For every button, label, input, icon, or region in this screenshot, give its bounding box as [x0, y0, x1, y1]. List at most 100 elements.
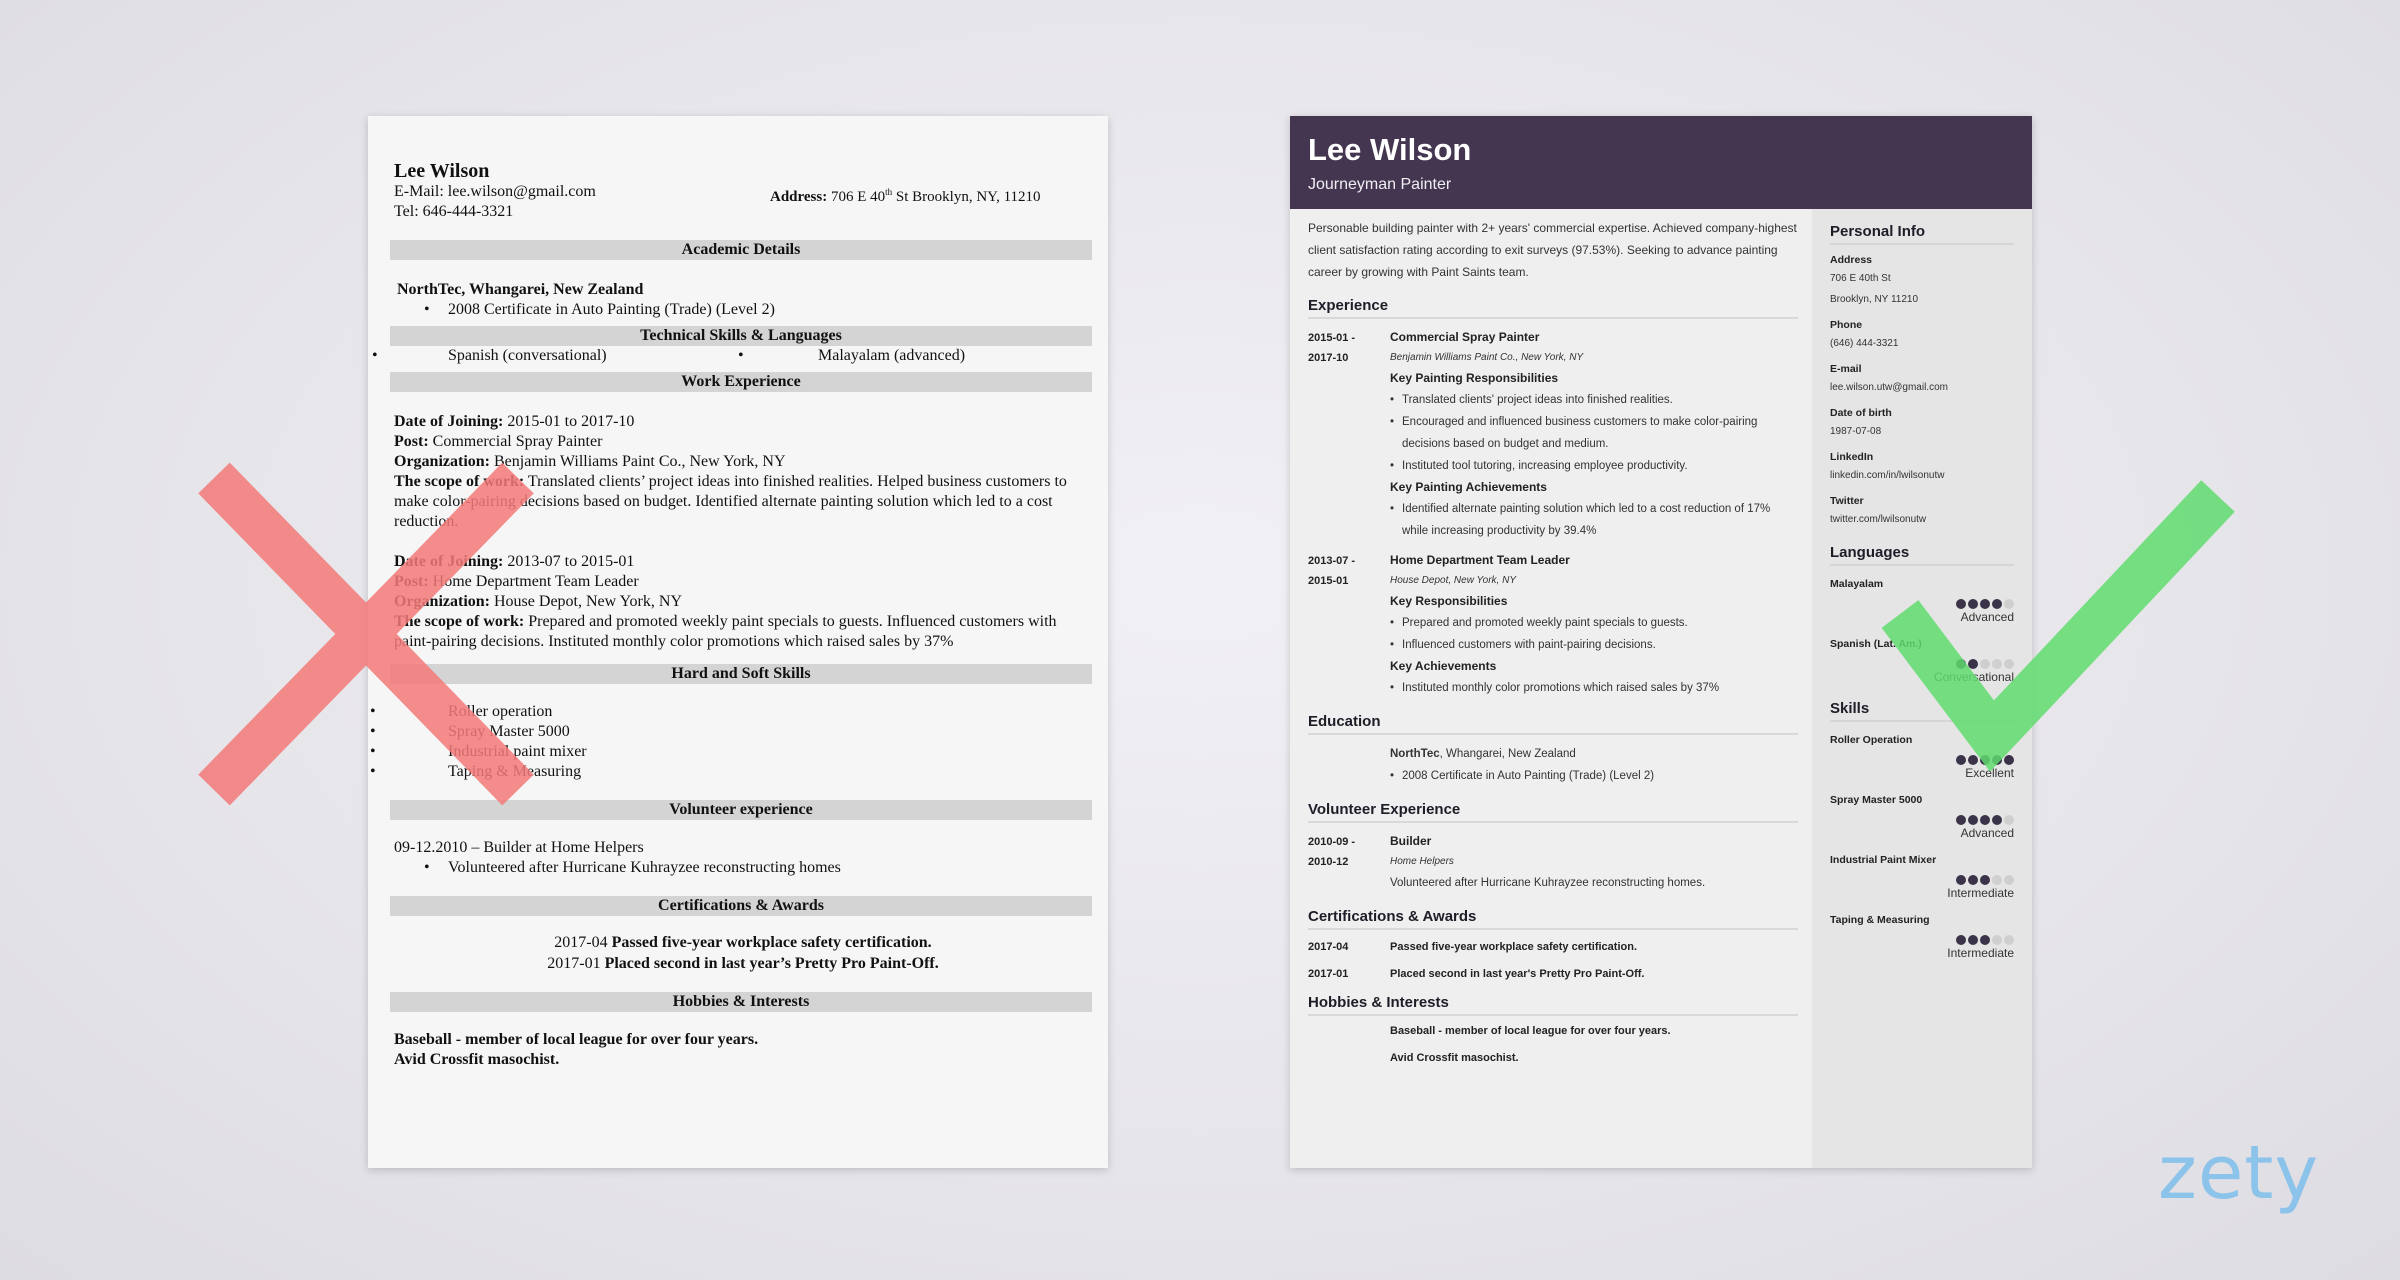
- skill-item: Taping & Measuring Intermediate: [1830, 912, 2014, 962]
- cert-date: 2017-04: [554, 934, 612, 951]
- achievements-heading: Key Achievements: [1390, 659, 1497, 673]
- bad-resume-name: Lee Wilson: [394, 160, 490, 182]
- cert-date: 2017-01: [1308, 968, 1349, 980]
- section-hobbies: Hobbies & Interests: [1308, 994, 1798, 1016]
- hobby-item: Avid Crossfit masochist.: [1390, 1052, 1519, 1064]
- section-technical: Technical Skills & Languages: [390, 326, 1092, 346]
- language-item: Spanish (conversational): [448, 347, 607, 364]
- education-school: NorthTec: [1390, 748, 1440, 760]
- skill-name: Taping & Measuring: [1830, 914, 1930, 926]
- languages-list: Malayalam Advanced Spanish (Lat. Am.) Conve…: [1830, 576, 2014, 686]
- cert-item: 2017-01 Placed second in last year's Pret…: [1308, 961, 1798, 988]
- language-item: Spanish (Lat. Am.) Conversational: [1830, 636, 2014, 686]
- section-volunteer: Volunteer experience: [390, 800, 1092, 820]
- date-start: 2010-09 -: [1308, 836, 1356, 848]
- language-rating: [1830, 656, 2014, 669]
- volunteer-line: 09-12.2010 – Builder at Home Helpers: [394, 839, 644, 856]
- resume-sidebar: Personal Info Address 706 E 40th St Brookl…: [1812, 209, 2032, 1168]
- personal-info-value: twitter.com/lwilsonutw: [1830, 514, 1927, 525]
- education-item: 2008 Certificate in Auto Painting (Trade…: [1390, 765, 1798, 787]
- date-end: 2010-12: [1308, 856, 1349, 868]
- job-company: Benjamin Williams Paint Co., New York, N…: [1390, 352, 1584, 363]
- section-volunteer: Volunteer Experience: [1308, 801, 1798, 823]
- personal-info-value: (646) 444-3321: [1830, 338, 1899, 349]
- label: Post:: [394, 433, 429, 450]
- experience-entry: 2015-01 - 2017-10 Commercial Spray Painter…: [1308, 327, 1798, 542]
- skill-rating: [1830, 812, 2014, 825]
- skill-text: Roller operation: [448, 703, 553, 720]
- hobby-item: Avid Crossfit masochist.: [394, 1051, 560, 1068]
- language-name: Malayalam: [1830, 578, 1884, 590]
- section-skills: Skills: [1830, 700, 2014, 722]
- personal-info-label: Address: [1830, 254, 1873, 266]
- language-level: Advanced: [1960, 610, 2014, 624]
- section-skills: Hard and Soft Skills: [390, 664, 1092, 684]
- personal-info-value: Brooklyn, NY 11210: [1830, 294, 1919, 305]
- language-name: Spanish (Lat. Am.): [1830, 638, 1922, 650]
- job-title: Commercial Spray Painter: [1390, 330, 1540, 344]
- volunteer-item: Volunteered after Hurricane Kuhrayzee re…: [394, 858, 1092, 878]
- certs-list: 2017-04 Passed five-year workplace safety…: [1308, 934, 1798, 988]
- section-academic: Academic Details: [390, 240, 1092, 260]
- education-location: , Whangarei, New Zealand: [1439, 748, 1576, 760]
- academic-item: 2008 Certificate in Auto Painting (Trade…: [394, 300, 1092, 320]
- responsibility-item: Prepared and promoted weekly paint speci…: [1390, 612, 1798, 634]
- skill-level: Intermediate: [1947, 886, 2014, 900]
- personal-info-label: Twitter: [1830, 495, 1864, 507]
- section-education: Education: [1308, 713, 1798, 735]
- cert-text: Passed five-year workplace safety certif…: [1390, 941, 1638, 953]
- cert-item: 2017-04 Passed five-year workplace safety…: [1308, 934, 1798, 961]
- hobbies-list: Baseball - member of local league for ov…: [394, 1030, 1092, 1070]
- bullet: •: [738, 347, 744, 364]
- skill-name: Industrial Paint Mixer: [1830, 854, 1937, 866]
- section-certs: Certifications & Awards: [390, 896, 1092, 916]
- skill-rating: [1830, 752, 2014, 765]
- resume-main-column: Personable building painter with 2+ year…: [1308, 209, 1798, 1072]
- certs-list: 2017-04 Passed five-year workplace safet…: [394, 932, 1092, 974]
- work-post: Home Department Team Leader: [428, 573, 639, 590]
- resume-summary: Personable building painter with 2+ year…: [1308, 221, 1797, 279]
- bad-resume-tel: Tel: 646-444-3321: [394, 203, 514, 220]
- skill-name: Roller Operation: [1830, 734, 1913, 746]
- date-start: 2015-01 -: [1308, 332, 1356, 344]
- label: The scope of work:: [394, 473, 525, 490]
- academic-school: NorthTec, Whangarei, New Zealand: [397, 281, 644, 298]
- job-title: Home Department Team Leader: [1390, 553, 1570, 567]
- skills-list: Roller Operation Excellent Spray Master 50…: [1830, 732, 2014, 962]
- skill-rating: [1830, 932, 2014, 945]
- work-date: 2015-01 to 2017-10: [503, 413, 635, 430]
- skills-list: • Roller operation • Spray Master 5000 • In…: [370, 702, 1092, 782]
- skill-item: • Taping & Measuring: [370, 763, 582, 780]
- achievements-heading: Key Painting Achievements: [1390, 480, 1547, 494]
- language-item: Malayalam (advanced): [818, 347, 966, 364]
- experience-dates: 2015-01 - 2017-10: [1308, 328, 1355, 368]
- hobbies-list: Baseball - member of local league for ov…: [1308, 1018, 1798, 1072]
- skill-level: Intermediate: [1947, 946, 2014, 960]
- volunteer-org: Home Helpers: [1390, 856, 1454, 867]
- section-work: Work Experience: [390, 372, 1092, 392]
- skill-item: • Industrial paint mixer: [370, 743, 587, 760]
- label: The scope of work:: [394, 613, 525, 630]
- skill-rating: [1830, 872, 2014, 885]
- responsibilities-heading: Key Painting Responsibilities: [1390, 371, 1559, 385]
- section-hobbies: Hobbies & Interests: [390, 992, 1092, 1012]
- mark-overlay: [198, 462, 2235, 806]
- label: Date of Joining:: [394, 553, 504, 570]
- cert-text: Placed second in last year's Pretty Pro …: [1390, 968, 1645, 980]
- languages-row: • Spanish (conversational) • Malayalam (…: [372, 346, 1092, 366]
- experience-list: 2015-01 - 2017-10 Commercial Spray Painter…: [1308, 327, 1798, 699]
- skill-item: Roller Operation Excellent: [1830, 732, 2014, 782]
- skill-level: Excellent: [1965, 766, 2014, 780]
- work-org: House Depot, New York, NY: [490, 593, 682, 610]
- work-date: 2013-07 to 2015-01: [503, 553, 635, 570]
- responsibility-item: Instituted tool tutoring, increasing emp…: [1390, 455, 1798, 477]
- responsibility-item: Encouraged and influenced business custo…: [1390, 411, 1798, 455]
- language-item: Malayalam Advanced: [1830, 576, 2014, 626]
- experience-entry: 2013-07 - 2015-01 Home Department Team Lea…: [1308, 550, 1798, 699]
- responsibilities-heading: Key Responsibilities: [1390, 594, 1508, 608]
- email-label: E-Mail:: [394, 183, 444, 200]
- resume-header: Lee Wilson Journeyman Painter: [1290, 116, 2032, 209]
- skill-item: Spray Master 5000 Advanced: [1830, 792, 2014, 842]
- personal-info-value: 706 E 40th St: [1830, 273, 1891, 284]
- good-resume-example: Lee Wilson Journeyman Painter Personable…: [1290, 116, 2032, 1168]
